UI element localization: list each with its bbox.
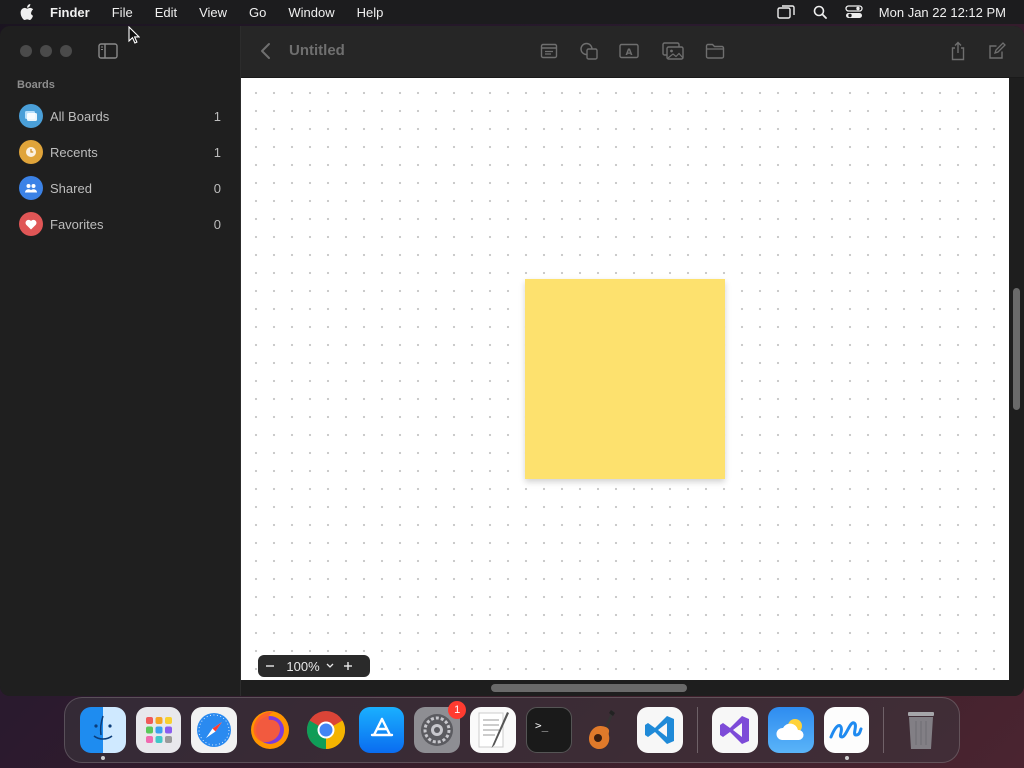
dock: 1 >_ — [64, 697, 960, 763]
screen-mirroring-icon[interactable] — [769, 0, 803, 24]
running-indicator — [844, 756, 849, 760]
zoom-out-button[interactable] — [258, 655, 282, 677]
sidebar-toggle-icon[interactable] — [97, 42, 119, 60]
zoom-in-button[interactable] — [336, 655, 360, 677]
boards-heading: Boards — [17, 79, 55, 91]
visual-studio-icon[interactable] — [712, 707, 758, 753]
launchpad-icon[interactable] — [135, 707, 182, 753]
garageband-icon[interactable] — [582, 707, 628, 753]
dock-separator — [883, 707, 885, 753]
finder-icon[interactable] — [80, 707, 126, 760]
sidebar-item-count: 1 — [213, 108, 221, 124]
share-icon[interactable] — [946, 40, 970, 62]
menu-bar: Finder File Edit View Go Window Help Mon… — [0, 0, 1024, 24]
board-title[interactable]: Untitled — [289, 42, 345, 59]
minimize-button[interactable] — [40, 45, 52, 57]
menu-app-name[interactable]: Finder — [50, 0, 101, 24]
menu-file[interactable]: File — [101, 0, 144, 24]
menu-go[interactable]: Go — [238, 0, 277, 24]
menu-help[interactable]: Help — [346, 0, 395, 24]
sidebar-item-label: Shared — [50, 180, 92, 196]
svg-text:>_: >_ — [535, 719, 549, 732]
vertical-scrollbar[interactable] — [1013, 288, 1020, 410]
people-icon — [19, 176, 43, 200]
weather-icon[interactable] — [767, 707, 814, 753]
app-store-icon[interactable] — [358, 707, 405, 753]
vscode-icon[interactable] — [637, 707, 684, 753]
dock-separator — [697, 707, 699, 753]
sidebar-item-label: Favorites — [50, 216, 104, 232]
control-center-icon[interactable] — [837, 0, 871, 24]
notification-badge: 1 — [448, 701, 467, 719]
menubar-clock[interactable]: Mon Jan 22 12:12 PM — [871, 5, 1024, 20]
svg-text:A: A — [626, 48, 633, 58]
mouse-cursor-icon — [128, 25, 141, 44]
firefox-icon[interactable] — [247, 707, 293, 753]
sidebar-item-count: 1 — [213, 144, 221, 160]
freeform-window: Boards All Boards 1 Recents 1 Shared 0 F… — [0, 26, 1024, 696]
all-boards-icon — [19, 104, 43, 128]
sidebar-item-label: All Boards — [50, 108, 110, 124]
close-button[interactable] — [20, 45, 32, 57]
heart-icon — [19, 212, 43, 236]
media-icon[interactable] — [661, 40, 685, 62]
zoom-control: 100% — [258, 655, 370, 677]
chrome-icon[interactable] — [303, 707, 349, 753]
sidebar-item-favorites[interactable]: Favorites 0 — [0, 206, 241, 242]
apple-menu-icon[interactable] — [18, 3, 36, 21]
sidebar-item-shared[interactable]: Shared 0 — [0, 170, 241, 206]
sidebar: Boards All Boards 1 Recents 1 Shared 0 F… — [0, 26, 241, 696]
sidebar-item-all-boards[interactable]: All Boards 1 — [0, 98, 241, 134]
freeform-icon[interactable] — [823, 707, 870, 760]
board-canvas[interactable] — [241, 78, 1009, 680]
back-chevron-icon[interactable] — [259, 42, 273, 60]
textedit-icon[interactable] — [470, 707, 516, 753]
chevron-down-icon[interactable] — [324, 655, 336, 677]
menu-window[interactable]: Window — [277, 0, 345, 24]
system-settings-icon[interactable]: 1 — [414, 701, 467, 753]
new-board-icon[interactable] — [985, 40, 1009, 62]
safari-icon[interactable] — [191, 707, 238, 753]
sidebar-item-recents[interactable]: Recents 1 — [0, 134, 241, 170]
zoom-button[interactable] — [60, 45, 72, 57]
search-icon[interactable] — [803, 0, 837, 24]
trash-icon[interactable] — [898, 707, 944, 753]
folder-icon[interactable] — [703, 40, 727, 62]
horizontal-scrollbar[interactable] — [491, 684, 687, 692]
menu-edit[interactable]: Edit — [144, 0, 188, 24]
clock-icon — [19, 140, 43, 164]
running-indicator — [101, 756, 105, 760]
board-list: All Boards 1 Recents 1 Shared 0 Favorite… — [0, 98, 241, 242]
menu-view[interactable]: View — [188, 0, 238, 24]
shapes-icon[interactable] — [577, 40, 601, 62]
toolbar: Untitled A — [241, 26, 1024, 78]
text-box-icon[interactable]: A — [617, 40, 641, 62]
sidebar-item-count: 0 — [213, 216, 221, 232]
zoom-level[interactable]: 100% — [282, 659, 324, 674]
sidebar-item-label: Recents — [50, 144, 98, 160]
window-controls — [20, 45, 72, 57]
sidebar-item-count: 0 — [213, 180, 221, 196]
sticky-note-icon[interactable] — [537, 40, 561, 62]
terminal-icon[interactable]: >_ — [525, 707, 572, 753]
sticky-note[interactable] — [525, 279, 725, 479]
